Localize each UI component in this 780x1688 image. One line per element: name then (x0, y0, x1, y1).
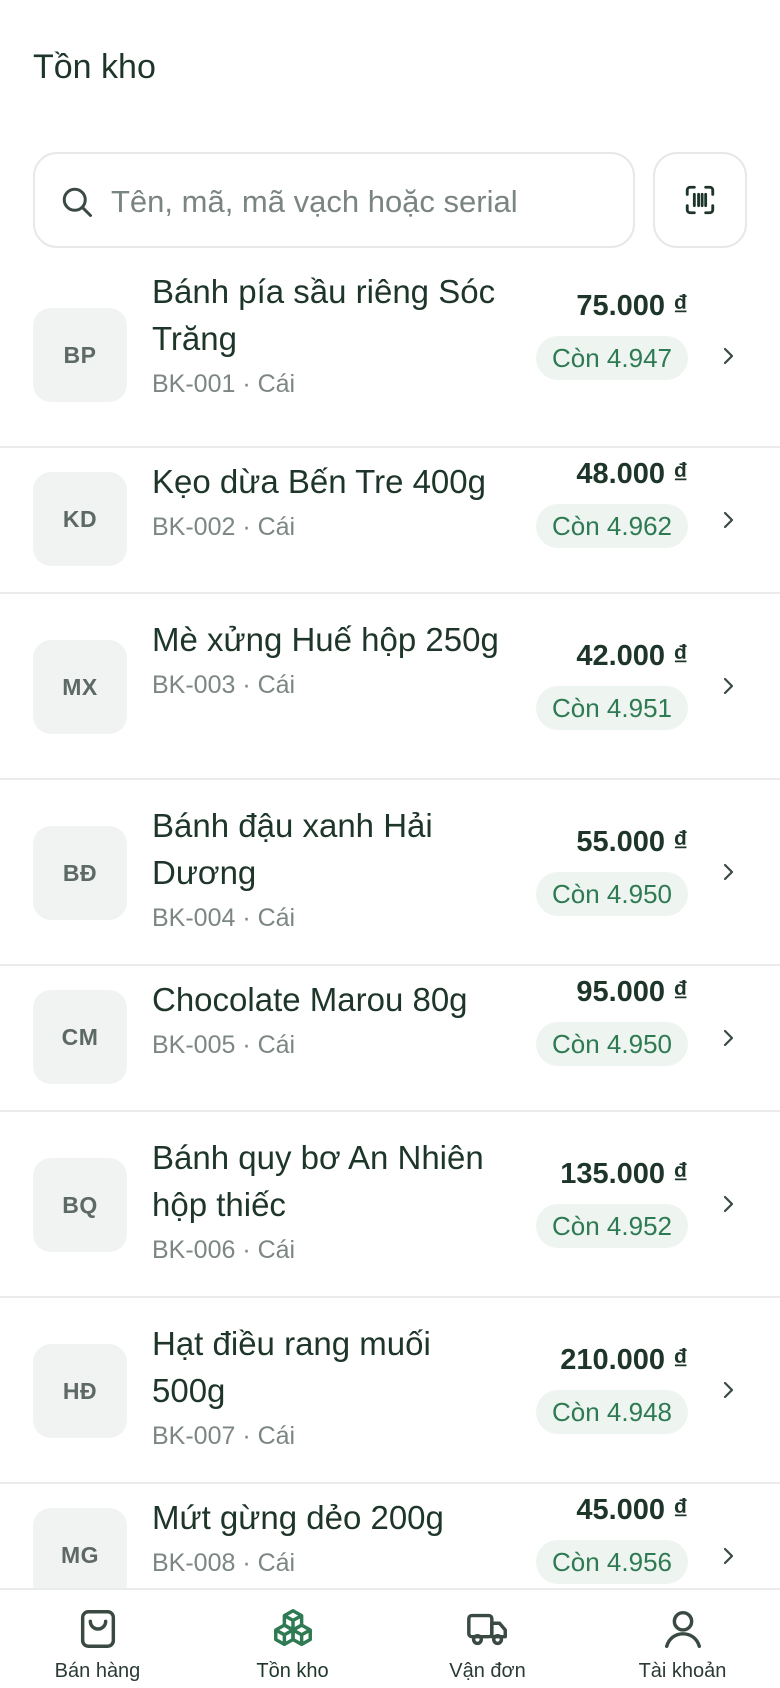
product-price: 95.000 ₫ (576, 976, 688, 1008)
stock-badge: Còn 4.962 (536, 504, 688, 548)
product-avatar: BĐ (33, 826, 127, 920)
tab-label: Bán hàng (54, 1660, 141, 1682)
product-meta: BK-003 · Cái (152, 671, 296, 699)
truck-icon (466, 1613, 507, 1646)
product-name: Mứt gừng dẻo 200g (152, 1499, 444, 1536)
search-row (33, 152, 747, 248)
chevron-right-icon (723, 863, 734, 881)
tab-label: Vận đơn (449, 1660, 526, 1682)
search-input[interactable] (111, 172, 611, 232)
user-icon (664, 1610, 701, 1648)
page-title: Tồn kho (33, 48, 156, 86)
product-row[interactable]: BQ Bánh quy bơ An Nhiên hộp thiếc BK-006… (0, 1112, 780, 1298)
chevron-right-icon (723, 347, 734, 365)
product-price: 42.000 ₫ (576, 640, 688, 672)
stock-badge: Còn 4.948 (536, 1390, 688, 1434)
stock-badge: Còn 4.950 (536, 872, 688, 916)
product-meta: BK-004 · Cái (152, 904, 296, 932)
product-meta: BK-002 · Cái (152, 513, 296, 541)
product-price: 48.000 ₫ (576, 458, 688, 490)
product-price: 135.000 ₫ (560, 1158, 688, 1190)
product-row[interactable]: BP Bánh pía sầu riêng Sóc Trăng BK-001 ·… (0, 268, 780, 448)
product-meta: BK-008 · Cái (152, 1549, 296, 1577)
tab-ban-hang[interactable]: Bán hàng (0, 1590, 195, 1688)
tab-van-don[interactable]: Vận đơn (390, 1590, 585, 1688)
search-icon (62, 187, 92, 217)
product-avatar: MX (33, 640, 127, 734)
product-row[interactable]: KD Kẹo dừa Bến Tre 400g BK-002 · Cái 48.… (0, 448, 780, 594)
product-row[interactable]: MX Mè xửng Huế hộp 250g BK-003 · Cái 42.… (0, 594, 780, 780)
stock-badge: Còn 4.952 (536, 1204, 688, 1248)
product-price: 210.000 ₫ (560, 1344, 688, 1376)
product-meta: BK-005 · Cái (152, 1031, 296, 1059)
product-meta: BK-007 · Cái (152, 1422, 296, 1450)
search-box[interactable] (33, 152, 635, 248)
stock-badge: Còn 4.947 (536, 336, 688, 380)
product-meta: BK-006 · Cái (152, 1236, 296, 1264)
chevron-right-icon (723, 511, 734, 529)
chevron-right-icon (723, 1381, 734, 1399)
product-avatar: CM (33, 990, 127, 1084)
product-meta: BK-001 · Cái (152, 370, 296, 398)
tab-ton-kho[interactable]: Tồn kho (195, 1590, 390, 1688)
stock-badge: Còn 4.951 (536, 686, 688, 730)
product-row[interactable]: BĐ Bánh đậu xanh Hải Dương BK-004 · Cái … (0, 780, 780, 966)
barcode-scan-button[interactable] (653, 152, 747, 248)
tab-label: Tồn kho (256, 1660, 329, 1682)
chevron-right-icon (723, 1195, 734, 1213)
bottom-tab-bar: Bán hàng Tồn kho Vận đơn Tài khoản (0, 1588, 780, 1688)
product-name: Bánh quy bơ An Nhiên hộp thiếc (152, 1139, 484, 1223)
page-header: Tồn kho (33, 42, 156, 92)
chevron-right-icon (723, 677, 734, 695)
product-price: 45.000 ₫ (576, 1494, 688, 1526)
barcode-scan-icon (685, 185, 715, 215)
product-name: Chocolate Marou 80g (152, 981, 468, 1018)
product-row[interactable]: HĐ Hạt điều rang muối 500g BK-007 · Cái … (0, 1298, 780, 1484)
product-name: Mè xửng Huế hộp 250g (152, 621, 499, 658)
stock-badge: Còn 4.956 (536, 1540, 688, 1584)
product-name: Bánh pía sầu riêng Sóc Trăng (152, 273, 496, 357)
product-list: BP Bánh pía sầu riêng Sóc Trăng BK-001 ·… (0, 268, 780, 1630)
boxes-icon (273, 1609, 312, 1647)
product-price: 75.000 ₫ (576, 290, 688, 322)
chevron-right-icon (723, 1029, 734, 1047)
product-name: Kẹo dừa Bến Tre 400g (152, 463, 486, 500)
product-name: Hạt điều rang muối 500g (152, 1325, 431, 1409)
product-avatar: KD (33, 472, 127, 566)
product-price: 55.000 ₫ (576, 826, 688, 858)
product-name: Bánh đậu xanh Hải Dương (152, 807, 433, 891)
stock-badge: Còn 4.950 (536, 1022, 688, 1066)
product-avatar: HĐ (33, 1344, 127, 1438)
chevron-right-icon (723, 1547, 734, 1565)
product-row[interactable]: CM Chocolate Marou 80g BK-005 · Cái 95.0… (0, 966, 780, 1112)
shopping-bag-icon (80, 1610, 115, 1648)
product-avatar: BQ (33, 1158, 127, 1252)
tab-tai-khoan[interactable]: Tài khoản (585, 1590, 780, 1688)
tab-label: Tài khoản (638, 1660, 727, 1682)
product-avatar: BP (33, 308, 127, 402)
